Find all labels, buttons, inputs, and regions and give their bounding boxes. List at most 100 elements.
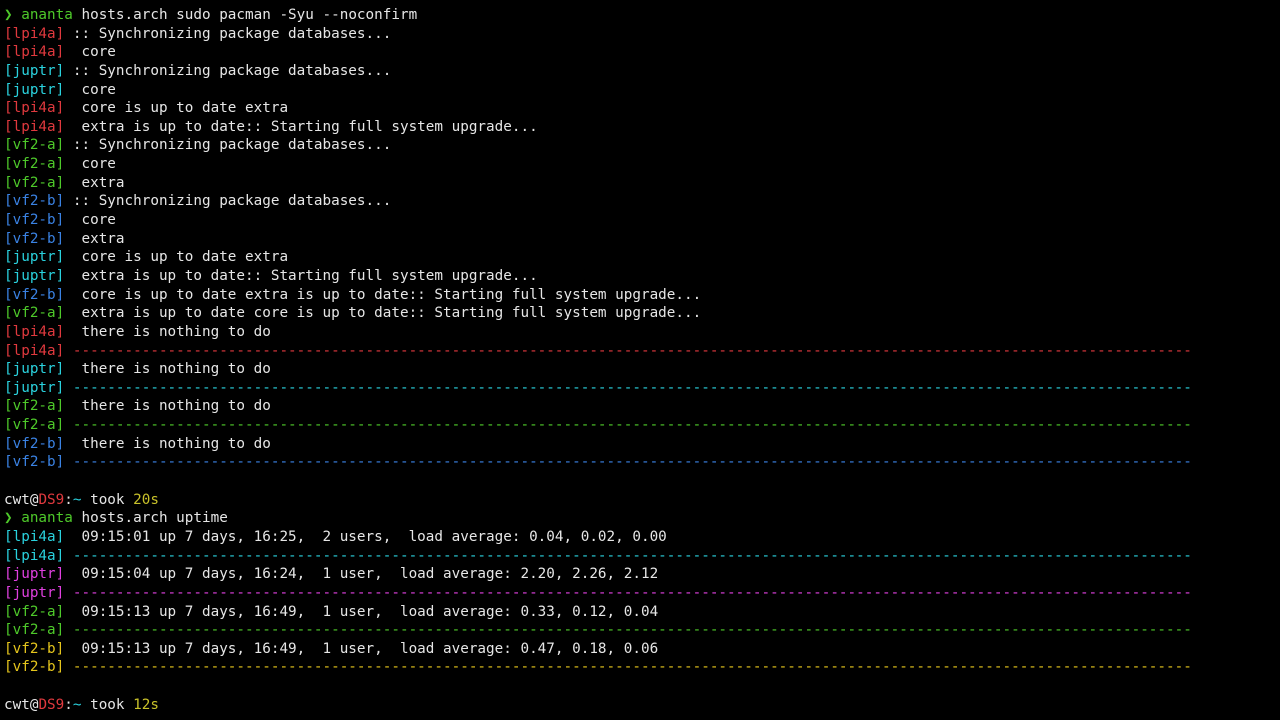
host-output-line: [vf2-a] there is nothing to do — [4, 397, 1280, 416]
host-separator-line: [vf2-b] --------------------------------… — [4, 658, 1280, 677]
host-tag: [vf2-b] — [4, 659, 65, 676]
host-tag: [juptr] — [4, 361, 65, 378]
host-tag: [juptr] — [4, 81, 65, 98]
output-text: 09:15:04 up 7 days, 16:24, 1 user, load … — [64, 566, 659, 583]
host-output-line: [vf2-a] extra — [4, 174, 1280, 193]
host-output-line: [lpi4a] core is up to date extra — [4, 99, 1280, 118]
host-separator-line: [juptr] --------------------------------… — [4, 584, 1280, 603]
host-tag: [juptr] — [4, 62, 65, 79]
host-tag: [lpi4a] — [4, 547, 65, 564]
host-output-line: [lpi4a] :: Synchronizing package databas… — [4, 25, 1280, 44]
host-output-line: [vf2-a] 09:15:13 up 7 days, 16:49, 1 use… — [4, 603, 1280, 622]
host-separator-line: [juptr] --------------------------------… — [4, 379, 1280, 398]
prompt-line: ❯ ananta hosts.arch uptime — [4, 509, 1280, 528]
host-output-line: [lpi4a] 09:15:01 up 7 days, 16:25, 2 use… — [4, 528, 1280, 547]
prompt-directory: ananta — [21, 7, 73, 23]
host-separator-line: [vf2-a] --------------------------------… — [4, 621, 1280, 640]
host-tag: [lpi4a] — [4, 100, 65, 117]
host-output-line: [vf2-b] extra — [4, 230, 1280, 249]
separator-dashes: ----------------------------------------… — [64, 659, 1192, 676]
status-took-label: took — [81, 696, 134, 713]
host-tag: [juptr] — [4, 584, 65, 601]
host-tag: [vf2-a] — [4, 417, 65, 434]
host-tag: [vf2-a] — [4, 137, 65, 154]
host-tag: [vf2-b] — [4, 193, 65, 210]
host-separator-line: [vf2-b] --------------------------------… — [4, 453, 1280, 472]
output-text: extra is up to date core is up to date::… — [64, 305, 702, 322]
output-text: there is nothing to do — [64, 398, 271, 415]
output-text: extra — [64, 174, 125, 191]
host-tag: [vf2-a] — [4, 305, 65, 322]
output-text: core is up to date extra — [64, 249, 289, 266]
separator-dashes: ----------------------------------------… — [64, 454, 1192, 471]
host-separator-line: [vf2-a] --------------------------------… — [4, 416, 1280, 435]
output-text: 09:15:01 up 7 days, 16:25, 2 users, load… — [64, 528, 667, 545]
prompt-line: ❯ ananta hosts.arch sudo pacman -Syu --n… — [4, 6, 1280, 25]
prompt-command: hosts.arch uptime — [72, 510, 228, 527]
host-output-line: [vf2-b] there is nothing to do — [4, 435, 1280, 454]
host-output-line: [juptr] there is nothing to do — [4, 360, 1280, 379]
output-text: there is nothing to do — [64, 361, 271, 378]
host-output-line: [vf2-a] extra is up to date core is up t… — [4, 304, 1280, 323]
output-text: core is up to date extra is up to date::… — [64, 286, 702, 303]
status-colon: : — [64, 491, 73, 508]
status-line: cwt@DS9:~ took 12s — [4, 696, 1280, 715]
host-tag: [vf2-a] — [4, 622, 65, 639]
separator-dashes: ----------------------------------------… — [64, 342, 1192, 359]
host-tag: [lpi4a] — [4, 44, 65, 61]
output-text: :: Synchronizing package databases... — [64, 137, 392, 154]
separator-dashes: ----------------------------------------… — [64, 547, 1192, 564]
output-text: :: Synchronizing package databases... — [64, 25, 392, 42]
host-output-line: [juptr] :: Synchronizing package databas… — [4, 62, 1280, 81]
output-text: core — [64, 44, 116, 61]
output-text: core — [64, 156, 116, 173]
output-text: :: Synchronizing package databases... — [64, 62, 392, 79]
status-user: cwt — [4, 491, 30, 508]
status-host: DS9 — [38, 491, 65, 508]
host-output-line: [vf2-a] core — [4, 155, 1280, 174]
host-tag: [lpi4a] — [4, 25, 65, 42]
status-colon: : — [64, 696, 73, 713]
separator-dashes: ----------------------------------------… — [64, 417, 1192, 434]
host-tag: [vf2-b] — [4, 435, 65, 452]
host-output-line: [lpi4a] core — [4, 43, 1280, 62]
host-tag: [vf2-b] — [4, 230, 65, 247]
host-tag: [lpi4a] — [4, 528, 65, 545]
host-tag: [vf2-a] — [4, 398, 65, 415]
host-output-line: [vf2-b] 09:15:13 up 7 days, 16:49, 1 use… — [4, 640, 1280, 659]
prompt-directory: ananta — [21, 510, 73, 527]
host-output-line: [vf2-b] core — [4, 211, 1280, 230]
host-tag: [lpi4a] — [4, 342, 65, 359]
host-tag: [vf2-b] — [4, 454, 65, 471]
host-output-line: [juptr] 09:15:04 up 7 days, 16:24, 1 use… — [4, 565, 1280, 584]
host-tag: [vf2-b] — [4, 212, 65, 229]
host-tag: [vf2-a] — [4, 603, 65, 620]
host-tag: [juptr] — [4, 249, 65, 266]
host-separator-line: [lpi4a] --------------------------------… — [4, 547, 1280, 566]
host-output-line: [vf2-b] core is up to date extra is up t… — [4, 286, 1280, 305]
output-text: core — [64, 81, 116, 98]
host-output-line: [juptr] core is up to date extra — [4, 248, 1280, 267]
host-output-line: [lpi4a] extra is up to date:: Starting f… — [4, 118, 1280, 137]
prompt-command: hosts.arch sudo pacman -Syu --noconfirm — [72, 7, 418, 23]
prompt-arrow-icon: ❯ — [4, 7, 13, 23]
output-text: :: Synchronizing package databases... — [64, 193, 392, 210]
host-separator-line: [lpi4a] --------------------------------… — [4, 342, 1280, 361]
output-text: core is up to date extra — [64, 100, 289, 117]
host-output-line: [vf2-a] :: Synchronizing package databas… — [4, 136, 1280, 155]
host-output-line: [lpi4a] there is nothing to do — [4, 323, 1280, 342]
host-tag: [vf2-a] — [4, 156, 65, 173]
status-took-label: took — [81, 491, 134, 508]
host-tag: [juptr] — [4, 379, 65, 396]
status-line: cwt@DS9:~ took 20s — [4, 491, 1280, 510]
host-tag: [lpi4a] — [4, 118, 65, 135]
host-tag: [juptr] — [4, 267, 65, 284]
host-tag: [vf2-a] — [4, 174, 65, 191]
output-text: extra is up to date:: Starting full syst… — [64, 118, 538, 135]
terminal-window[interactable]: ❯ ananta hosts.arch sudo pacman -Syu --n… — [0, 0, 1280, 720]
host-tag: [vf2-b] — [4, 640, 65, 657]
host-tag: [vf2-b] — [4, 286, 65, 303]
prompt-arrow-icon: ❯ — [4, 510, 13, 527]
